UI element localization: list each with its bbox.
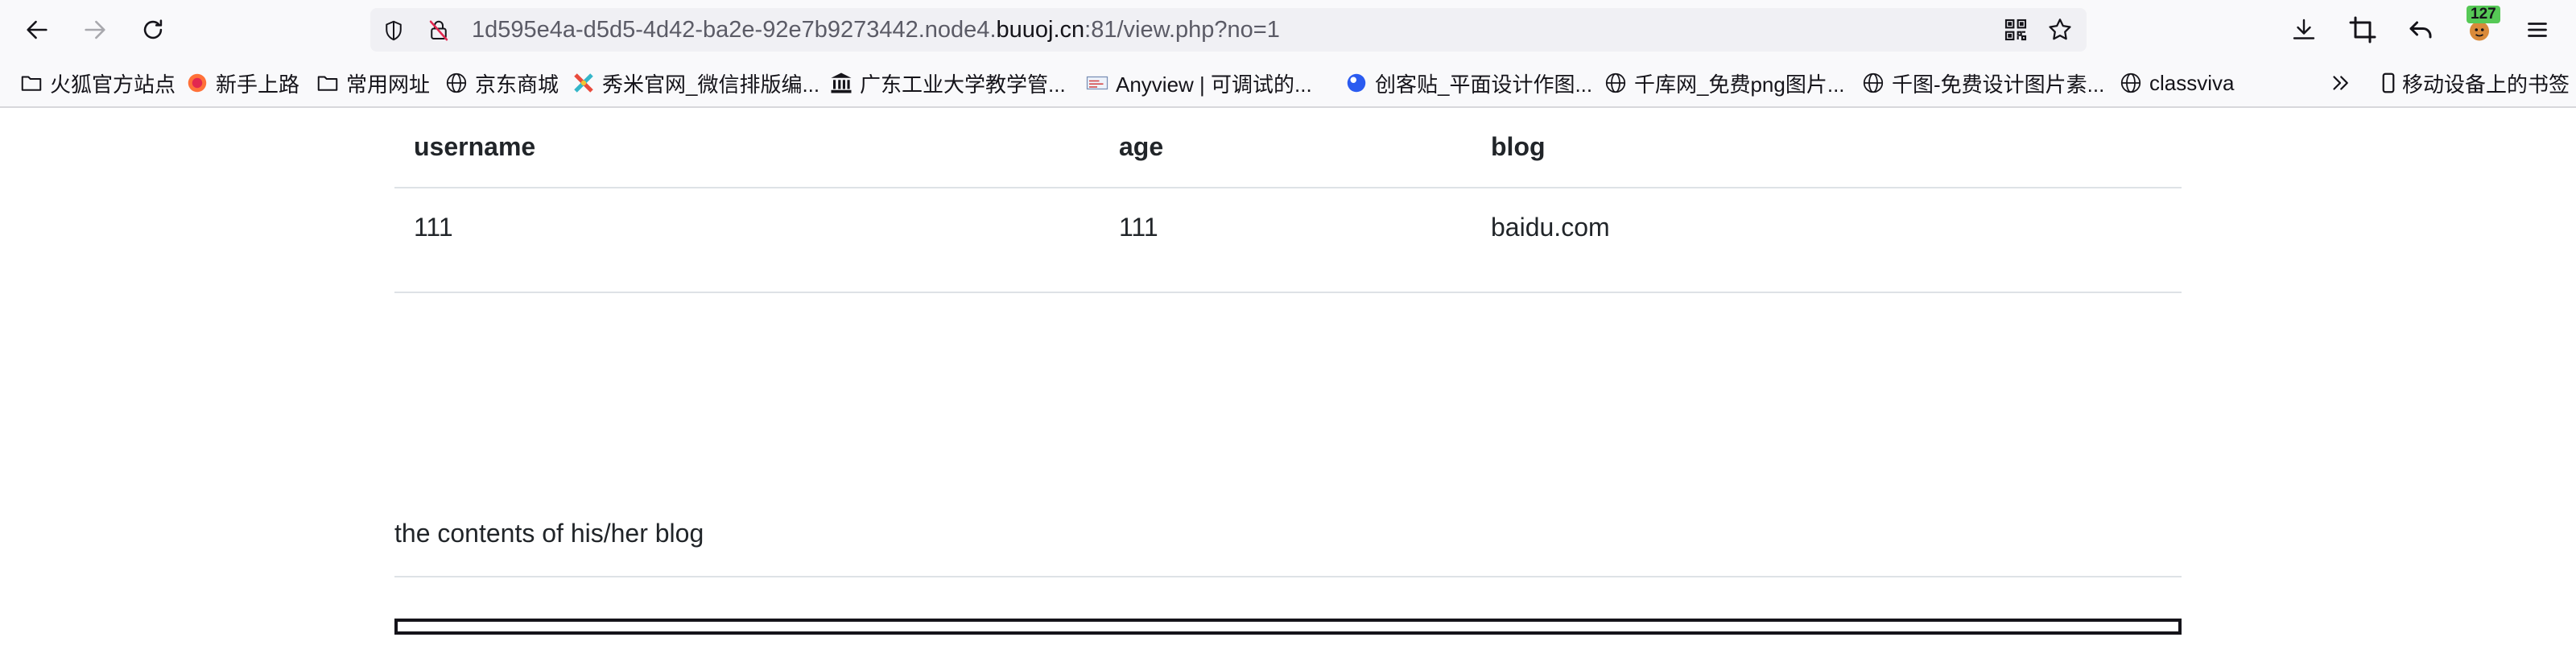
double-chevron-right-icon bbox=[2333, 76, 2348, 90]
bookmark-item[interactable]: 火狐官方站点 bbox=[19, 60, 175, 106]
url-host: buuoj.cn bbox=[996, 17, 1085, 43]
bookmark-label: 移动设备上的书签 bbox=[2402, 72, 2570, 97]
bookmark-item[interactable]: 千图-免费设计图片素... bbox=[1861, 60, 2104, 106]
menu-button[interactable] bbox=[2518, 10, 2557, 49]
undo-button[interactable] bbox=[2401, 10, 2440, 49]
globe-icon bbox=[2120, 72, 2141, 93]
cell-age: 111 bbox=[1119, 213, 1158, 242]
bookmark-item[interactable]: classviva bbox=[2119, 60, 2234, 106]
crop-icon bbox=[2349, 16, 2376, 43]
bookmark-label: classviva bbox=[2149, 70, 2235, 95]
divider bbox=[394, 576, 2182, 577]
globe-icon bbox=[1605, 72, 1626, 93]
extension-badge: 127 bbox=[2467, 6, 2500, 23]
cell-blog: baidu.com bbox=[1491, 213, 1610, 242]
bookmark-label: 秀米官网_微信排版编... bbox=[602, 72, 820, 97]
anyview-icon bbox=[1086, 76, 1108, 90]
table-header-row: username age blog bbox=[394, 108, 2182, 188]
bookmark-label: 千库网_免费png图片... bbox=[1634, 72, 1845, 97]
arrow-right-icon bbox=[85, 20, 105, 39]
reload-icon bbox=[143, 19, 163, 39]
folder-icon bbox=[317, 76, 338, 91]
bookmark-label: 广东工业大学教学管... bbox=[860, 72, 1066, 97]
column-header-age: age bbox=[1119, 132, 1164, 161]
bookmark-label: 火狐官方站点 bbox=[50, 72, 176, 97]
hamburger-icon bbox=[2528, 23, 2547, 37]
reload-button[interactable] bbox=[134, 10, 172, 49]
bookmark-item[interactable]: 常用网址 bbox=[316, 60, 430, 106]
bookmark-label: 新手上路 bbox=[216, 72, 300, 97]
bookmark-item[interactable]: 京东商城 bbox=[444, 60, 559, 106]
url-text[interactable]: 1d595e4a-d5d5-4d42-ba2e-92e7b9273442.nod… bbox=[472, 8, 1280, 52]
bookmark-item[interactable]: 新手上路 bbox=[185, 60, 299, 106]
bookmark-item[interactable]: Anyview | 可调试的... bbox=[1085, 60, 1312, 106]
shield-icon[interactable] bbox=[382, 19, 406, 43]
bookmark-label: 创客贴_平面设计作图... bbox=[1375, 72, 1593, 97]
bookmark-item[interactable]: 秀米官网_微信排版编... bbox=[572, 60, 819, 106]
back-button[interactable] bbox=[18, 10, 56, 49]
qr-code-icon[interactable] bbox=[2003, 17, 2029, 43]
bookmark-label: 千图-免费设计图片素... bbox=[1892, 72, 2105, 97]
bookmark-item-mobile[interactable]: 移动设备上的书签 bbox=[2376, 60, 2570, 106]
insecure-lock-icon[interactable] bbox=[427, 19, 451, 43]
bookmarks-bar: 火狐官方站点 新手上路 常用网址 京东商城 秀米官网_微信排版编... 广东工业… bbox=[0, 60, 2576, 108]
download-icon bbox=[2293, 19, 2315, 39]
downloads-button[interactable] bbox=[2285, 10, 2323, 49]
bookmark-label: Anyview | 可调试的... bbox=[1116, 72, 1312, 97]
blog-contents-heading: the contents of his/her blog bbox=[394, 519, 704, 548]
mobile-icon bbox=[2382, 72, 2395, 93]
bookmark-label: 京东商城 bbox=[475, 72, 559, 97]
chuangketie-icon bbox=[1347, 73, 1366, 93]
browser-toolbar: 1d595e4a-d5d5-4d42-ba2e-92e7b9273442.nod… bbox=[0, 0, 2576, 60]
globe-icon bbox=[1863, 72, 1884, 93]
column-header-blog: blog bbox=[1491, 132, 1546, 161]
url-bar[interactable]: 1d595e4a-d5d5-4d42-ba2e-92e7b9273442.nod… bbox=[370, 8, 2087, 52]
bookmark-item[interactable]: 创客贴_平面设计作图... bbox=[1344, 60, 1592, 106]
star-icon[interactable] bbox=[2046, 16, 2074, 43]
column-header-username: username bbox=[414, 132, 536, 161]
url-suffix: :81/view.php?no=1 bbox=[1084, 17, 1280, 43]
undo-arrow-icon bbox=[2409, 21, 2432, 39]
firefox-icon bbox=[188, 73, 207, 93]
bookmark-item[interactable]: 广东工业大学教学管... bbox=[829, 60, 1066, 106]
cell-username: 111 bbox=[414, 213, 453, 242]
table-row: 111 111 baidu.com bbox=[394, 188, 2182, 293]
xiumi-icon bbox=[574, 73, 593, 93]
screenshot-button[interactable] bbox=[2343, 10, 2382, 49]
globe-icon bbox=[446, 72, 467, 93]
bookmarks-overflow-button[interactable] bbox=[2328, 60, 2359, 106]
folder-icon bbox=[21, 76, 42, 91]
bookmark-item[interactable]: 千库网_免费png图片... bbox=[1604, 60, 1845, 106]
url-prefix: 1d595e4a-d5d5-4d42-ba2e-92e7b9273442.nod… bbox=[472, 17, 997, 43]
arrow-left-icon bbox=[27, 20, 47, 39]
blog-iframe[interactable] bbox=[394, 619, 2182, 635]
bookmark-label: 常用网址 bbox=[346, 72, 431, 97]
forward-button[interactable] bbox=[76, 10, 114, 49]
building-icon bbox=[831, 72, 852, 93]
